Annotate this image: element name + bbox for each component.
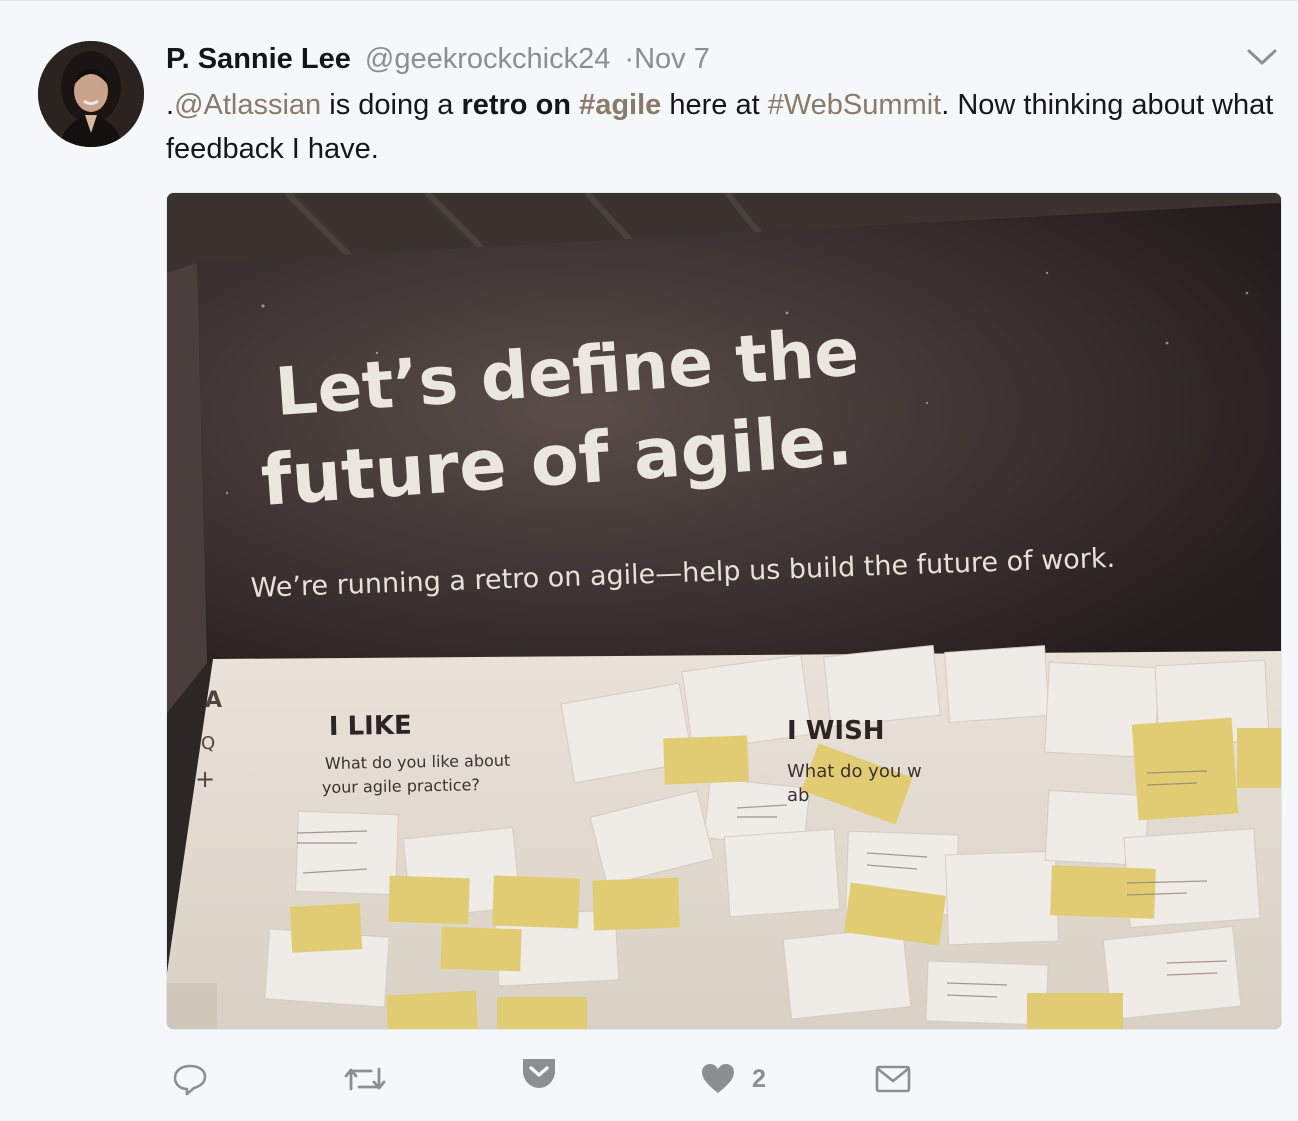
board-i-wish-line1: What do you w	[787, 761, 922, 782]
avatar[interactable]	[38, 41, 144, 147]
retweet-icon	[344, 1067, 386, 1091]
board-i-like-line2: your agile practice?	[322, 775, 480, 797]
text-part2: here at	[661, 89, 768, 121]
envelope-icon	[875, 1065, 911, 1093]
retweet-button[interactable]	[343, 1051, 387, 1107]
pocket-button[interactable]	[520, 1045, 558, 1101]
media-photo: Let’s define the future of agile. We’re …	[167, 193, 1281, 1029]
board-i-like-title: I LIKE	[329, 711, 412, 742]
hashtag-agile-link[interactable]: #agile	[579, 89, 661, 121]
text-bold: retro on	[461, 89, 572, 121]
reply-button[interactable]	[172, 1051, 208, 1107]
tweet-actions: 2	[0, 1051, 1298, 1111]
author-name[interactable]: P. Sannie Lee	[166, 43, 351, 75]
board-i-like-line1: What do you like about	[325, 751, 511, 773]
like-count: 2	[752, 1064, 766, 1093]
pocket-icon	[523, 1059, 555, 1088]
board-logo-icon: A	[205, 688, 222, 713]
avatar-photo	[38, 41, 144, 147]
board-search-icon: Q	[201, 733, 215, 754]
tweet[interactable]: P. Sannie Lee @geekrockchick24 ·Nov 7 .@…	[0, 0, 1298, 1121]
mention-link[interactable]: @Atlassian	[174, 89, 321, 121]
text-space	[571, 89, 579, 121]
like-button[interactable]: 2	[700, 1051, 766, 1107]
text-part1: is doing a	[321, 89, 462, 121]
tweet-media[interactable]: Let’s define the future of agile. We’re …	[166, 192, 1282, 1030]
direct-message-button[interactable]	[875, 1051, 911, 1107]
tweet-timestamp[interactable]: ·Nov 7	[624, 43, 709, 75]
tweet-text: .@Atlassian is doing a retro on #agile h…	[166, 83, 1276, 171]
author-handle[interactable]: @geekrockchick24	[365, 43, 610, 75]
tweet-header: P. Sannie Lee @geekrockchick24 ·Nov 7	[166, 39, 710, 79]
board-plus-icon: +	[195, 765, 215, 793]
board-i-wish-title: I WISH	[787, 716, 885, 746]
text-prefix: .	[166, 89, 175, 121]
hashtag-websummit-link[interactable]: #WebSummit	[768, 89, 942, 121]
board-i-wish-line2: ab	[787, 785, 809, 806]
heart-icon	[702, 1064, 734, 1093]
chevron-down-icon[interactable]	[1246, 47, 1278, 67]
reply-icon	[173, 1064, 207, 1096]
